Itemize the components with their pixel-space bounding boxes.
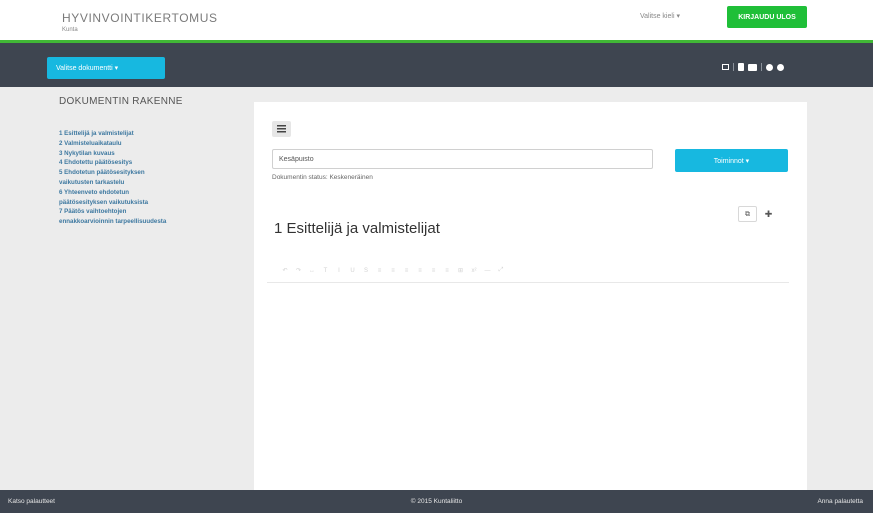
copyright-text: © 2015 Kuntaliitto: [410, 498, 463, 505]
editor-tool-icon[interactable]: ≡: [401, 268, 413, 274]
editor-tool-icon[interactable]: —: [482, 268, 494, 274]
editor-tool-icon[interactable]: ⊞: [455, 267, 467, 274]
actions-button[interactable]: Toiminnot ▾: [675, 149, 788, 172]
main-area: DOKUMENTIN RAKENNE 1 Esittelijä ja valmi…: [0, 87, 873, 490]
structure-item[interactable]: ennakkoarvioinnin tarpeellisuudesta: [59, 217, 244, 227]
editor-tool-icon[interactable]: ≡: [374, 268, 386, 274]
structure-item[interactable]: 1 Esittelijä ja valmistelijat: [59, 129, 244, 139]
editor-tool-icon[interactable]: ≡: [387, 268, 399, 274]
editor-tool-icon[interactable]: ↷: [293, 267, 305, 274]
document-view-icon[interactable]: [738, 63, 744, 71]
language-select[interactable]: Valitse kieli ▾: [640, 12, 680, 20]
document-editor-panel: Toiminnot ▾ Dokumentin status: Keskenerä…: [254, 102, 807, 490]
structure-item[interactable]: 4 Ehdotettu päätösesitys: [59, 158, 244, 168]
app-title: HYVINVOINTIKERTOMUS: [62, 11, 218, 25]
editor-tool-icon[interactable]: T: [320, 268, 332, 274]
editor-tool-icon[interactable]: x²: [468, 268, 480, 274]
editor-tool-icon[interactable]: ≡: [441, 268, 453, 274]
structure-item[interactable]: 7 Päätös vaihtoehtojen: [59, 207, 244, 217]
view-tools: [722, 62, 788, 72]
rich-text-toolbar: ↶ ↷ ↔ T I U S ≡ ≡ ≡ ≡ ≡ ≡ ⊞ x² — ⤢: [267, 259, 789, 283]
document-status: Dokumentin status: Keskeneräinen: [272, 174, 373, 181]
structure-item[interactable]: 5 Ehdotetun päätösesityksen: [59, 168, 244, 178]
structure-item[interactable]: päätösesityksen vaikutuksista: [59, 198, 244, 208]
section-title: 1 Esittelijä ja valmistelijat: [274, 220, 440, 237]
list-icon: [277, 125, 286, 133]
document-name-input[interactable]: [272, 149, 653, 169]
editor-tool-icon[interactable]: ≡: [428, 268, 440, 274]
grid-view-icon[interactable]: [722, 64, 729, 70]
give-feedback-link[interactable]: Anna palautetta: [817, 498, 863, 505]
editor-tool-icon[interactable]: S: [360, 268, 372, 274]
app-subtitle: Kunta: [62, 27, 78, 33]
editor-tool-icon[interactable]: I: [333, 268, 345, 274]
add-section-icon[interactable]: ✚: [759, 206, 778, 222]
editor-tool-icon[interactable]: ≡: [414, 268, 426, 274]
editor-tool-icon[interactable]: U: [347, 268, 359, 274]
toolbar-divider: [733, 63, 734, 71]
settings-icon[interactable]: [766, 63, 773, 71]
structure-item[interactable]: vaikutusten tarkastelu: [59, 178, 244, 188]
document-structure-sidebar: DOKUMENTIN RAKENNE 1 Esittelijä ja valmi…: [59, 96, 244, 227]
top-header: HYVINVOINTIKERTOMUS Kunta Valitse kieli …: [0, 0, 873, 40]
logout-button[interactable]: KIRJAUDU ULOS: [727, 6, 807, 28]
preview-monitor-icon[interactable]: [748, 63, 757, 71]
editor-tool-icon[interactable]: ⤢: [495, 267, 507, 274]
sidebar-title: DOKUMENTIN RAKENNE: [59, 96, 183, 107]
section-tools: ⧉ ✚: [738, 206, 778, 222]
editor-tool-icon[interactable]: ↶: [279, 267, 291, 274]
structure-item[interactable]: 6 Yhteenveto ehdotetun: [59, 188, 244, 198]
page-footer: Katso palautteet © 2015 Kuntaliitto Anna…: [0, 490, 873, 513]
user-icon[interactable]: [777, 63, 784, 71]
structure-item[interactable]: 3 Nykytilan kuvaus: [59, 149, 244, 159]
document-navbar: Valitse dokumentti ▾: [0, 43, 873, 87]
structure-list: 1 Esittelijä ja valmistelijat 2 Valmiste…: [59, 129, 244, 227]
select-document-button[interactable]: Valitse dokumentti ▾: [47, 57, 165, 79]
editor-tool-icon[interactable]: ↔: [306, 268, 318, 274]
list-toggle-button[interactable]: [272, 121, 291, 137]
copy-section-icon[interactable]: ⧉: [738, 206, 757, 222]
structure-item[interactable]: 2 Valmisteluaikataulu: [59, 139, 244, 149]
toolbar-divider: [761, 63, 762, 71]
